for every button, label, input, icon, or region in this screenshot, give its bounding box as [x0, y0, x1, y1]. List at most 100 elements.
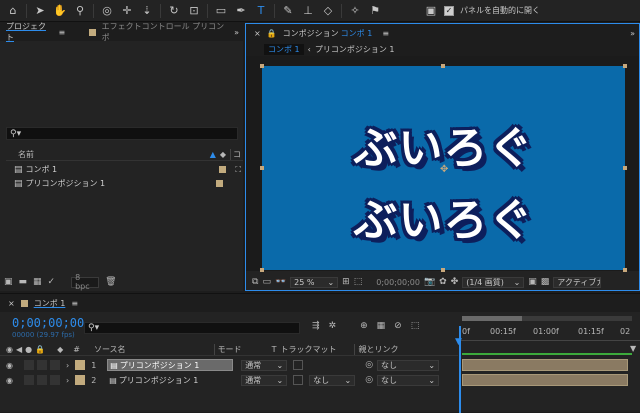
nav-end-icon[interactable]: ▼ — [630, 344, 636, 353]
tab-composition[interactable]: コンポジション — [283, 28, 339, 39]
transform-handle[interactable] — [441, 64, 445, 68]
zoom-dropdown[interactable]: 25 % ⌄ — [290, 276, 339, 288]
tab-project[interactable]: プロジェクト — [6, 21, 53, 43]
layer-name[interactable]: ▤ プリコンポジション 1 — [107, 359, 234, 371]
label-column-icon[interactable]: ◆ — [220, 150, 226, 159]
parent-dropdown[interactable]: なし ⌄ — [377, 359, 440, 371]
timeline-search-input[interactable]: ⚲▾ — [84, 322, 300, 334]
motion-blur-icon[interactable]: ⊘ — [394, 321, 402, 331]
label-swatch[interactable] — [75, 360, 86, 370]
lock-icon[interactable]: 🔒 — [267, 29, 277, 38]
rotate-tool-icon[interactable]: ↻ — [167, 4, 181, 18]
transform-handle[interactable] — [260, 166, 264, 170]
project-item[interactable]: ▤ コンポ 1 ⛶ — [6, 163, 243, 176]
transform-handle[interactable] — [260, 268, 264, 272]
text-layer-line-2[interactable]: ぶいろぐ — [262, 184, 625, 248]
layer-name[interactable]: ▤ プリコンポジション 1 — [107, 374, 233, 386]
trash-icon[interactable]: 🗑 — [105, 277, 116, 287]
orbit-camera-icon[interactable]: ◎ — [100, 4, 114, 18]
safe-margins-icon[interactable]: ⊞ — [342, 277, 350, 287]
rectangle-tool-icon[interactable]: ▭ — [214, 4, 228, 18]
name-column-header[interactable]: 名前 — [18, 149, 34, 160]
audio-switch-icon[interactable]: ◀ — [16, 345, 22, 354]
label-swatch[interactable] — [75, 375, 86, 385]
composition-viewer[interactable]: ぶいろぐ ぶいろぐ ✥ — [246, 56, 639, 272]
eye-icon[interactable]: ◉ — [6, 361, 13, 370]
roto-brush-icon[interactable]: ✧ — [348, 4, 362, 18]
graph-editor-icon[interactable]: ⬚ — [411, 321, 420, 331]
lock-toggle[interactable] — [49, 360, 60, 370]
transparency-grid-icon[interactable]: ▩ — [541, 277, 550, 287]
snapshot-icon[interactable]: 📷 — [424, 277, 435, 287]
selection-tool-icon[interactable]: ➤ — [33, 4, 47, 18]
interpret-footage-icon[interactable]: ▣ — [4, 277, 13, 287]
breadcrumb-active[interactable]: コンポ 1 — [264, 43, 304, 55]
pan-camera-icon[interactable]: ✛ — [120, 4, 134, 18]
pickwhip-icon[interactable]: ◎ — [365, 375, 373, 385]
eraser-tool-icon[interactable]: ◇ — [321, 4, 335, 18]
anchor-point-icon[interactable]: ✥ — [440, 164, 448, 175]
home-icon[interactable]: ⌂ — [6, 4, 20, 18]
project-search-input[interactable]: ⚲▾ — [6, 127, 238, 140]
breadcrumb-next[interactable]: プリコンポジション 1 — [315, 44, 395, 55]
transform-handle[interactable] — [623, 166, 627, 170]
tab-timeline-comp[interactable]: コンポ 1 — [34, 298, 66, 309]
solo-icon[interactable]: ● — [25, 345, 32, 354]
puppet-pin-icon[interactable]: ⚑ — [368, 4, 382, 18]
label-swatch[interactable] — [216, 180, 223, 187]
color-channel-icon[interactable]: ✤ — [451, 277, 459, 287]
mask-visibility-icon[interactable]: ⬚ — [354, 277, 363, 287]
brush-tool-icon[interactable]: ✎ — [281, 4, 295, 18]
project-item[interactable]: ▤ プリコンポジション 1 — [6, 177, 243, 190]
lock-toggle[interactable] — [49, 375, 60, 385]
mode-dropdown[interactable]: 通常 ⌄ — [241, 359, 288, 371]
always-preview-icon[interactable]: ⧉ — [252, 277, 258, 287]
transform-handle[interactable] — [441, 268, 445, 272]
trackmatte-dropdown[interactable]: なし ⌄ — [309, 374, 356, 386]
dolly-camera-icon[interactable]: ⇣ — [140, 4, 154, 18]
eye-icon[interactable]: ◉ — [6, 376, 13, 385]
source-name-header[interactable]: ソース名 — [94, 344, 126, 355]
transform-handle[interactable] — [623, 268, 627, 272]
tab-composition-name[interactable]: コンポ 1 — [341, 28, 373, 39]
show-snapshot-icon[interactable]: ✿ — [439, 277, 447, 287]
anchor-point-tool-icon[interactable]: ⊡ — [187, 4, 201, 18]
panel-menu-icon[interactable]: ≡ — [59, 28, 66, 37]
current-time-display[interactable]: 0;00;00;00 — [376, 278, 420, 287]
frame-blending-icon[interactable]: ▦ — [377, 321, 386, 331]
pen-tool-icon[interactable]: ✒ — [234, 4, 248, 18]
sort-ascending-icon[interactable]: ▲ — [210, 150, 216, 159]
composition-canvas[interactable]: ぶいろぐ ぶいろぐ ✥ — [262, 66, 625, 270]
transform-handle[interactable] — [260, 64, 264, 68]
more-tabs-icon[interactable]: » — [630, 29, 635, 38]
pickwhip-icon[interactable]: ◎ — [365, 360, 373, 370]
label-swatch[interactable] — [219, 166, 227, 173]
preserve-transparency-checkbox[interactable] — [293, 360, 304, 370]
shy-layers-icon[interactable]: ⊕ — [360, 321, 368, 331]
more-tabs-icon[interactable]: » — [234, 28, 239, 37]
timeline-timecode[interactable]: 0;00;00;00 — [12, 316, 84, 330]
work-area-range[interactable] — [462, 316, 522, 321]
transform-handle[interactable] — [623, 64, 627, 68]
adjust-icon[interactable]: ✓ — [48, 277, 56, 287]
auto-open-panels-checkbox[interactable]: ✓ — [444, 5, 454, 16]
video-switch-icon[interactable]: ◉ — [6, 345, 13, 354]
hand-tool-icon[interactable]: ✋ — [53, 4, 67, 18]
mode-dropdown[interactable]: 通常 ⌄ — [241, 374, 288, 386]
expand-chevron-icon[interactable]: › — [66, 361, 69, 370]
work-area-bar[interactable] — [462, 316, 632, 321]
new-composition-icon[interactable]: ▦ — [33, 277, 42, 287]
zoom-tool-icon[interactable]: ⚲ — [73, 4, 87, 18]
vr-icon[interactable]: 👓 — [275, 277, 286, 287]
tab-effect-controls[interactable]: エフェクトコントロール プリコンポ — [102, 21, 228, 43]
comp-flowchart-icon[interactable]: ⇶ — [312, 321, 320, 331]
clone-stamp-icon[interactable]: ⊥ — [301, 4, 315, 18]
bpc-button[interactable]: 8 bpc — [71, 273, 100, 291]
close-icon[interactable]: × — [254, 29, 261, 38]
audio-toggle[interactable] — [23, 375, 34, 385]
solo-toggle[interactable] — [36, 360, 47, 370]
expand-chevron-icon[interactable]: › — [66, 376, 69, 385]
panel-menu-icon[interactable]: ≡ — [382, 29, 389, 38]
region-of-interest-icon[interactable]: ▣ — [528, 277, 537, 287]
type-tool-icon[interactable]: T — [254, 4, 268, 18]
